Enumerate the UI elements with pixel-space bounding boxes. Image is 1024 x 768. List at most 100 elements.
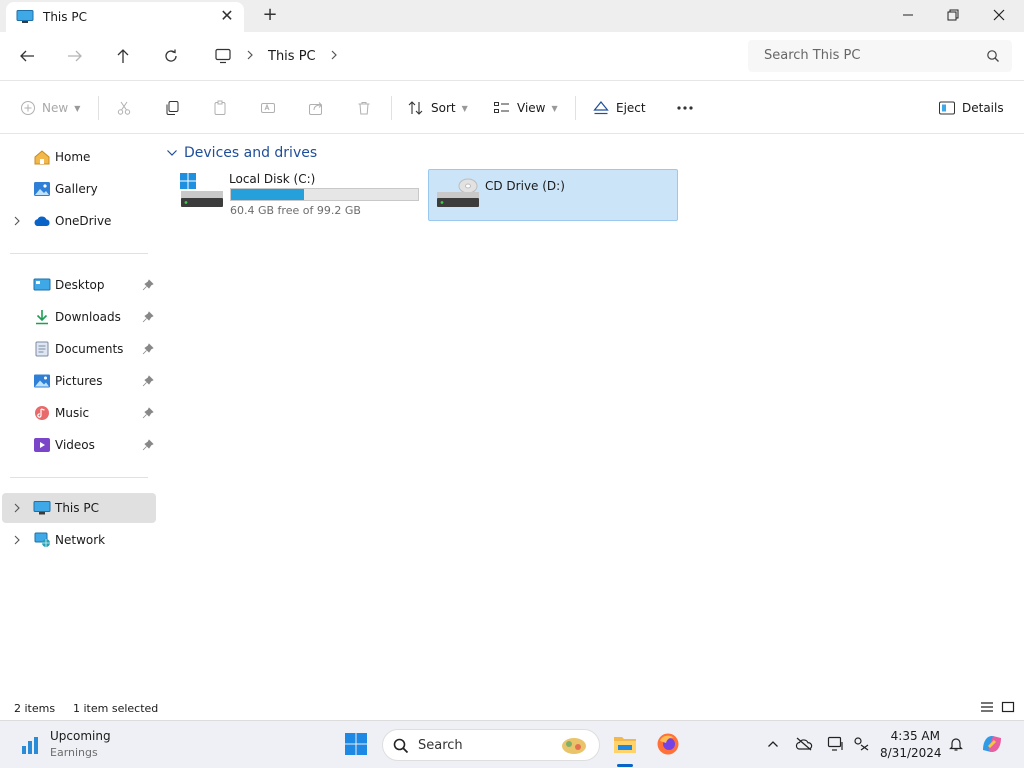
chevron-right-icon[interactable]: [12, 215, 22, 227]
sidebar-item-desktop[interactable]: Desktop: [2, 270, 156, 300]
notification-bell-icon[interactable]: [947, 735, 965, 753]
sidebar-item-label: Pictures: [55, 374, 103, 388]
weather-widget-icon[interactable]: [18, 732, 44, 758]
selection-count: 1 item selected: [73, 702, 159, 715]
active-app-indicator: [617, 764, 633, 767]
file-explorer-taskbar-button[interactable]: [612, 731, 638, 757]
chevron-right-icon[interactable]: [246, 49, 254, 63]
minimize-icon: [903, 14, 913, 16]
rename-button[interactable]: [260, 95, 276, 121]
view-icon: [494, 102, 509, 113]
cut-button[interactable]: [116, 95, 132, 121]
copilot-icon[interactable]: [979, 731, 1005, 757]
new-button[interactable]: New ▼: [20, 95, 80, 121]
separator: [575, 96, 576, 120]
sidebar-item-label: Videos: [55, 438, 95, 452]
details-pane-icon: [939, 101, 955, 115]
chevron-right-icon[interactable]: [12, 502, 22, 514]
accessibility-tray-icon[interactable]: [852, 735, 870, 753]
more-icon: [677, 106, 693, 110]
tab-this-pc[interactable]: This PC ✕: [6, 2, 244, 32]
drive-usage-bar: [230, 188, 419, 201]
sort-button[interactable]: Sort ▼: [407, 95, 468, 121]
sidebar-item-label: OneDrive: [55, 214, 112, 228]
details-view-button[interactable]: [980, 701, 996, 715]
details-label: Details: [962, 101, 1004, 115]
copy-icon: [166, 101, 179, 115]
status-bar: 2 items 1 item selected: [0, 697, 1024, 720]
sidebar-item-this-pc[interactable]: This PC: [2, 493, 156, 523]
onedrive-icon: [33, 213, 51, 229]
back-button[interactable]: [14, 44, 40, 68]
sidebar-item-pictures[interactable]: Pictures: [2, 366, 156, 396]
search-placeholder: Search This PC: [764, 48, 861, 63]
sidebar-item-documents[interactable]: Documents: [2, 334, 156, 364]
rename-icon: [261, 103, 275, 113]
search-input[interactable]: Search This PC: [748, 40, 1012, 72]
drive-name: Local Disk (C:): [229, 172, 316, 186]
sidebar-item-home[interactable]: Home: [2, 142, 156, 172]
details-button[interactable]: Details: [938, 95, 1004, 121]
pin-icon[interactable]: [142, 407, 154, 419]
eject-icon: [593, 101, 609, 115]
eject-button[interactable]: Eject: [592, 95, 646, 121]
sidebar-item-gallery[interactable]: Gallery: [2, 174, 156, 204]
pin-icon[interactable]: [142, 311, 154, 323]
share-button[interactable]: [308, 95, 324, 121]
separator: [391, 96, 392, 120]
start-button[interactable]: [343, 731, 369, 757]
group-header[interactable]: Devices and drives: [166, 145, 317, 161]
widget-title[interactable]: Upcoming: [50, 729, 111, 743]
command-bar: New ▼ Sort ▼ View ▼ Eject Details: [0, 80, 1024, 134]
sidebar-item-label: Desktop: [55, 278, 105, 292]
chevron-down-icon: ▼: [551, 103, 558, 113]
new-label: New: [42, 101, 69, 115]
firefox-taskbar-button[interactable]: [655, 731, 681, 757]
taskbar-search[interactable]: Search: [382, 729, 600, 761]
clock-date[interactable]: 8/31/2024: [880, 746, 942, 760]
more-options-button[interactable]: [676, 95, 694, 121]
drive-item-d[interactable]: CD Drive (D:): [428, 169, 678, 221]
chevron-right-icon[interactable]: [12, 534, 22, 546]
address-bar: This PC Search This PC: [0, 32, 1024, 80]
pin-icon[interactable]: [142, 439, 154, 451]
up-button[interactable]: [110, 44, 136, 68]
home-icon: [33, 149, 51, 165]
sort-icon: [408, 101, 423, 115]
network-tray-icon[interactable]: [827, 735, 845, 753]
forward-button[interactable]: [62, 44, 88, 68]
sidebar-item-label: Home: [55, 150, 91, 164]
chevron-down-icon[interactable]: [166, 145, 178, 161]
clock-time[interactable]: 4:35 AM: [880, 729, 940, 743]
onedrive-offline-icon[interactable]: [795, 735, 813, 753]
refresh-button[interactable]: [158, 44, 184, 68]
pin-icon[interactable]: [142, 375, 154, 387]
restore-button[interactable]: [930, 0, 976, 30]
minimize-button[interactable]: [885, 0, 931, 30]
pin-icon[interactable]: [142, 343, 154, 355]
sidebar-item-videos[interactable]: Videos: [2, 430, 156, 460]
breadcrumb-this-pc[interactable]: This PC: [268, 49, 316, 64]
sidebar-item-onedrive[interactable]: OneDrive: [2, 206, 156, 236]
breadcrumb[interactable]: This PC: [204, 40, 738, 72]
new-tab-icon[interactable]: +: [260, 5, 280, 25]
sidebar-item-network[interactable]: Network: [2, 525, 156, 555]
pictures-icon: [33, 373, 51, 389]
tiles-view-button[interactable]: [1001, 701, 1017, 715]
pin-icon[interactable]: [142, 279, 154, 291]
plus-circle-icon: [21, 101, 35, 115]
sort-label: Sort: [431, 101, 456, 115]
sidebar-item-music[interactable]: Music: [2, 398, 156, 428]
chevron-right-icon[interactable]: [330, 49, 338, 63]
eject-label: Eject: [616, 101, 646, 115]
close-tab-icon[interactable]: ✕: [218, 7, 236, 25]
close-window-button[interactable]: [976, 0, 1022, 30]
sidebar-item-downloads[interactable]: Downloads: [2, 302, 156, 332]
gallery-icon: [33, 181, 51, 197]
view-label: View: [517, 101, 546, 115]
copy-button[interactable]: [164, 95, 180, 121]
paste-button[interactable]: [212, 95, 228, 121]
delete-button[interactable]: [356, 95, 372, 121]
chevron-up-icon[interactable]: [764, 735, 782, 753]
view-button[interactable]: View ▼: [493, 95, 558, 121]
